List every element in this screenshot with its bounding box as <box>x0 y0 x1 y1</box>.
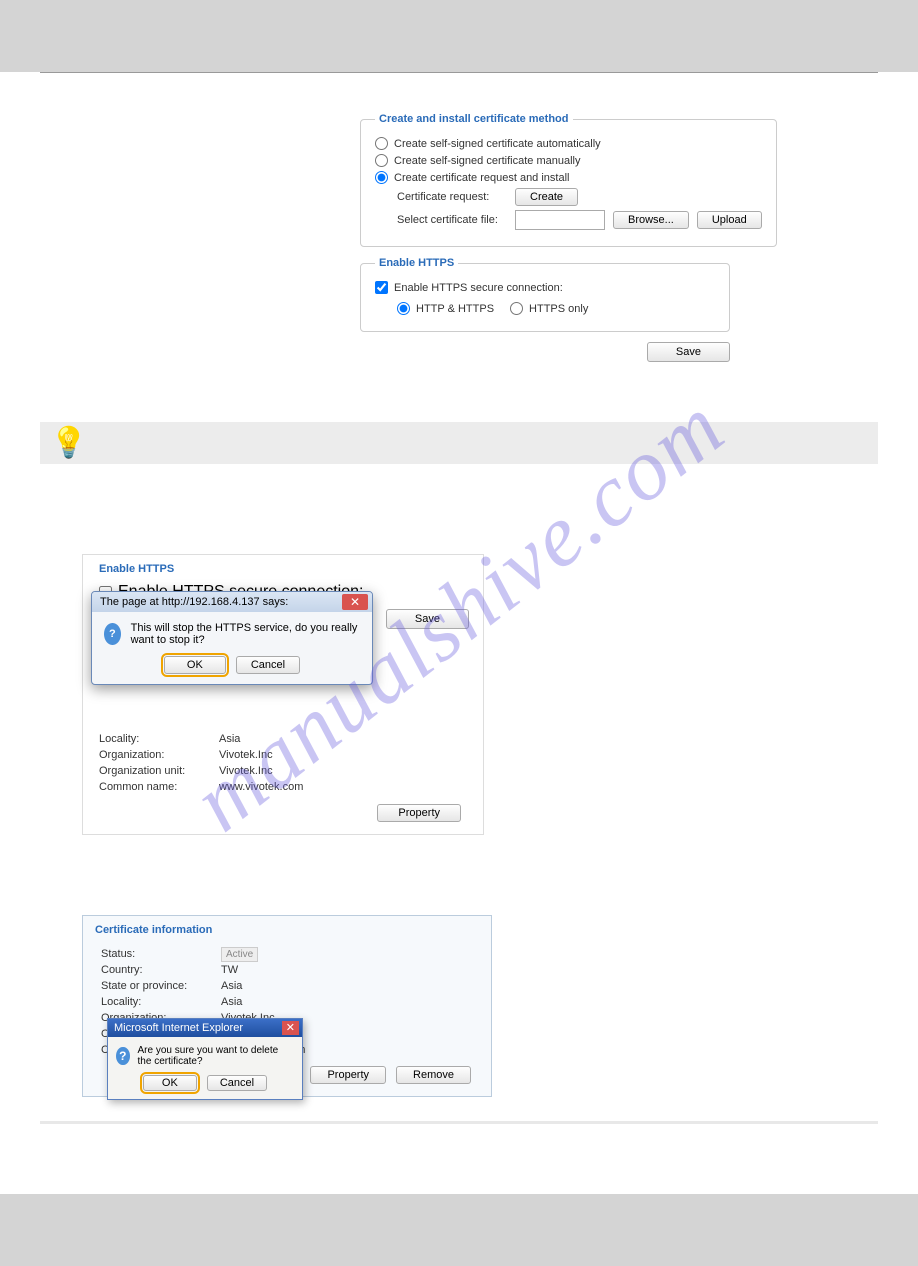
state-label: State or province: <box>101 980 221 992</box>
dialog-ie-title: Microsoft Internet Explorer ✕ <box>108 1019 302 1037</box>
cert-info-partial: Locality: Asia Organization: Vivotek.Inc… <box>93 729 473 797</box>
upload-button[interactable]: Upload <box>697 211 762 229</box>
save-button[interactable]: Save <box>647 342 730 362</box>
page-content: manualshive.com Create and install certi… <box>0 73 918 1154</box>
state-value: Asia <box>221 980 473 992</box>
screenshot-disable-https: Enable HTTPS Enable HTTPS secure connect… <box>82 554 484 835</box>
radio-http-and-https[interactable] <box>397 302 410 315</box>
radio-auto[interactable] <box>375 137 388 150</box>
cert-method-fieldset: Create and install certificate method Cr… <box>360 113 777 247</box>
enable-https-label: Enable HTTPS secure connection: <box>394 282 563 294</box>
file-path-input[interactable] <box>515 210 605 230</box>
cert-info-title: Certificate information <box>95 924 479 936</box>
dialog-title: The page at http://192.168.4.137 says: ✕ <box>92 592 372 612</box>
unit-label: Organization unit: <box>99 765 219 777</box>
bottom-divider <box>40 1121 878 1124</box>
browse-button[interactable]: Browse... <box>613 211 689 229</box>
locality-label-2: Locality: <box>101 996 221 1008</box>
radio-manual[interactable] <box>375 154 388 167</box>
cancel-button-2[interactable]: Cancel <box>207 1075 267 1091</box>
radio-https-only-label: HTTPS only <box>529 303 588 315</box>
confirm-dialog-stop-https: The page at http://192.168.4.137 says: ✕… <box>91 591 373 685</box>
cn-label: Common name: <box>99 781 219 793</box>
enable-https-legend-2: Enable HTTPS <box>93 559 473 579</box>
enable-https-fieldset: Enable HTTPS Enable HTTPS secure connect… <box>360 257 730 332</box>
dialog-title-text: The page at http://192.168.4.137 says: <box>100 596 288 608</box>
page-header <box>0 0 918 72</box>
cert-request-label: Certificate request: <box>397 191 507 203</box>
screenshot-cert-info: Certificate information Status: Active C… <box>82 915 492 1097</box>
save-button-2[interactable]: Save <box>386 609 469 629</box>
tip-bar: 💡 <box>40 422 878 464</box>
property-button-2[interactable]: Property <box>310 1066 386 1084</box>
remove-button[interactable]: Remove <box>396 1066 471 1084</box>
ok-button[interactable]: OK <box>164 656 226 674</box>
radio-auto-label: Create self-signed certificate automatic… <box>394 138 601 150</box>
property-button[interactable]: Property <box>377 804 461 822</box>
confirm-dialog-delete-cert: Microsoft Internet Explorer ✕ ? Are you … <box>107 1018 303 1100</box>
page-footer <box>0 1194 918 1266</box>
radio-request-label: Create certificate request and install <box>394 172 569 184</box>
lightbulb-icon: 💡 <box>50 426 87 461</box>
locality-value-2: Asia <box>221 996 473 1008</box>
unit-value: Vivotek.Inc <box>219 765 467 777</box>
dialog-message: This will stop the HTTPS service, do you… <box>131 622 360 646</box>
cert-method-legend: Create and install certificate method <box>375 113 573 125</box>
question-icon: ? <box>104 623 121 645</box>
org-value: Vivotek.Inc <box>219 749 467 761</box>
org-label: Organization: <box>99 749 219 761</box>
radio-manual-label: Create self-signed certificate manually <box>394 155 580 167</box>
create-button[interactable]: Create <box>515 188 578 206</box>
locality-value: Asia <box>219 733 467 745</box>
radio-https-only[interactable] <box>510 302 523 315</box>
radio-request[interactable] <box>375 171 388 184</box>
radio-http-and-https-label: HTTP & HTTPS <box>416 303 494 315</box>
close-icon[interactable]: ✕ <box>342 594 368 610</box>
ok-button-2[interactable]: OK <box>143 1075 197 1091</box>
enable-https-checkbox[interactable] <box>375 281 388 294</box>
cancel-button[interactable]: Cancel <box>236 656 300 674</box>
status-label: Status: <box>101 948 221 960</box>
dialog-ie-title-text: Microsoft Internet Explorer <box>114 1022 243 1034</box>
locality-label: Locality: <box>99 733 219 745</box>
enable-https-legend: Enable HTTPS <box>375 257 458 269</box>
dialog-ie-message: Are you sure you want to delete the cert… <box>138 1045 294 1067</box>
country-value: TW <box>221 964 473 976</box>
close-icon[interactable]: ✕ <box>282 1021 299 1035</box>
cn-value: www.vivotek.com <box>219 781 467 793</box>
question-icon: ? <box>116 1047 130 1065</box>
cert-method-section: Create and install certificate method Cr… <box>360 113 730 362</box>
country-label: Country: <box>101 964 221 976</box>
select-file-label: Select certificate file: <box>397 214 507 226</box>
status-select[interactable]: Active <box>221 947 258 962</box>
